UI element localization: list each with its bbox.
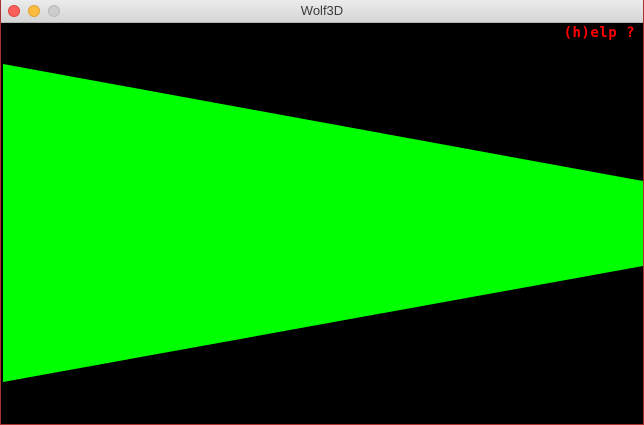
title-bar[interactable]: Wolf3D <box>1 0 643 23</box>
help-hint: (h)elp ? <box>563 25 635 41</box>
game-viewport[interactable]: (h)elp ? <box>3 23 643 421</box>
scene-render <box>3 23 643 421</box>
window-title: Wolf3D <box>300 3 344 18</box>
app-window: Wolf3D (h)elp ? <box>0 0 644 425</box>
